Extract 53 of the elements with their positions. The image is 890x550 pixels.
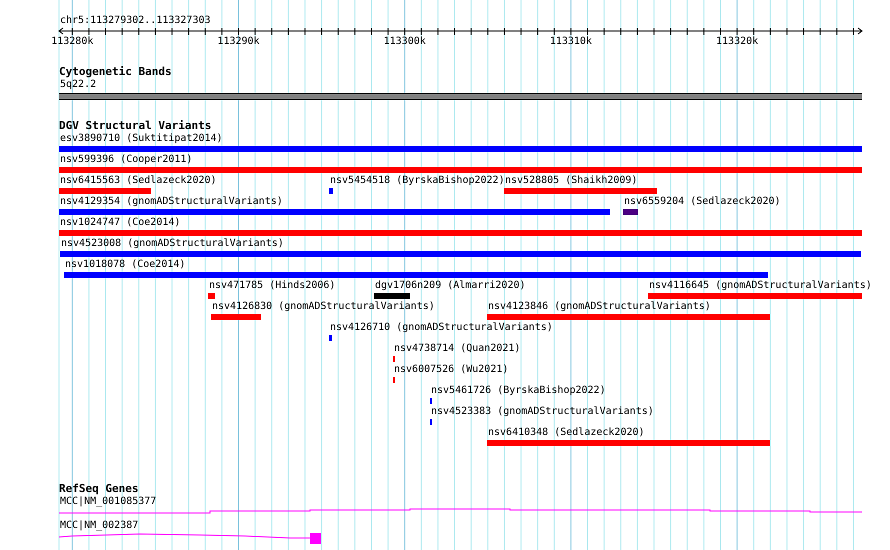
variant-bar[interactable] [329, 188, 333, 194]
variant-bar[interactable] [623, 209, 638, 215]
gene-line[interactable] [58, 508, 862, 514]
variant-bar[interactable] [329, 335, 332, 341]
tick-label: 113280k [50, 36, 94, 48]
variant-label: nsv528805 (Shaikh2009) [505, 175, 638, 187]
variant-label: nsv471785 (Hinds2006) [209, 280, 336, 292]
variant-bar[interactable] [487, 440, 770, 446]
track-title: RefSeq Genes [59, 483, 138, 495]
variant-label: nsv6559204 (Sedlazeck2020) [624, 196, 781, 208]
gene-line[interactable] [58, 534, 310, 538]
variant-label: nsv4116645 (gnomADStructuralVariants) [649, 280, 872, 292]
variant-bar[interactable] [59, 230, 862, 236]
track-title: DGV Structural Variants [59, 120, 212, 132]
variant-label: nsv599396 (Cooper2011) [60, 154, 192, 166]
variant-label: nsv4523383 (gnomADStructuralVariants) [431, 406, 654, 418]
variant-label: nsv6415563 (Sedlazeck2020) [60, 175, 217, 187]
variant-label: nsv4126710 (gnomADStructuralVariants) [330, 322, 553, 334]
tick-label: 113320k [715, 36, 760, 48]
gene-label: MCC|NM_001085377 [60, 496, 156, 508]
tick-label: 113310k [548, 36, 593, 48]
variant-bar[interactable] [208, 293, 215, 299]
variant-label: nsv4523008 (gnomADStructuralVariants) [61, 238, 284, 250]
variant-label: nsv4126830 (gnomADStructuralVariants) [212, 301, 435, 313]
variant-bar[interactable] [60, 251, 861, 257]
tick-label: 113300k [382, 36, 427, 48]
variant-label: nsv4123846 (gnomADStructuralVariants) [488, 301, 711, 313]
tick-label: 113290k [216, 36, 261, 48]
variant-bar[interactable] [59, 146, 862, 152]
variant-bar[interactable] [374, 293, 410, 299]
variant-bar[interactable] [211, 314, 261, 320]
variant-label: nsv6007526 (Wu2021) [394, 364, 508, 376]
variant-bar[interactable] [487, 314, 770, 320]
variant-label: nsv1024747 (Coe2014) [60, 217, 180, 229]
variant-bar[interactable] [648, 293, 862, 299]
variant-label: nsv5461726 (ByrskaBishop2022) [431, 385, 606, 397]
variant-label: nsv6410348 (Sedlazeck2020) [488, 427, 645, 439]
variant-bar[interactable] [59, 167, 862, 173]
variant-bar[interactable] [504, 188, 657, 194]
exon-block[interactable] [310, 533, 321, 544]
variant-label: nsv1018078 (Coe2014) [65, 259, 186, 271]
gene-label: MCC|NM_002387 [60, 520, 138, 532]
variant-label: dgv1706n209 (Almarri2020) [375, 280, 526, 292]
track-title: Cytogenetic Bands [59, 66, 172, 78]
variant-bar[interactable] [64, 272, 768, 278]
variant-label: nsv4738714 (Quan2021) [394, 343, 520, 355]
variant-label: nsv5454518 (ByrskaBishop2022) [330, 175, 505, 187]
variant-label: nsv4129354 (gnomADStructuralVariants) [60, 196, 283, 208]
variant-bar[interactable] [59, 188, 151, 194]
variant-label: esv3890710 (Suktitipat2014) [60, 133, 223, 145]
variant-bar[interactable] [59, 209, 610, 215]
band-label: 5q22.2 [60, 79, 96, 91]
location-label: chr5:113279302..113327303 [60, 15, 211, 27]
